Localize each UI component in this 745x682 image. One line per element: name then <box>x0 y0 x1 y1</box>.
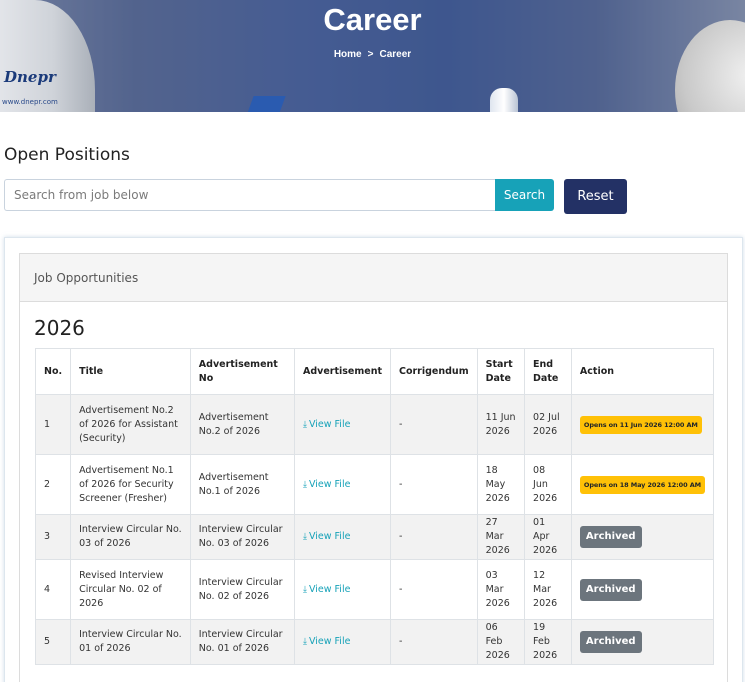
search-button[interactable]: Search <box>495 179 554 211</box>
download-icon: ⤓ <box>302 637 307 647</box>
view-file-label: View File <box>308 583 351 595</box>
jobs-table: No. Title Advertisement No Advertisement… <box>34 348 715 665</box>
job-opportunities-card: Job Opportunities 2026 No. Title Adverti… <box>19 253 728 682</box>
cell-start-date: 18 May 2026 <box>476 454 526 515</box>
cell-action: Opens on 11 Jun 2026 12:00 AM <box>570 394 715 455</box>
download-icon: ⤓ <box>302 479 307 490</box>
cell-start-date: 11 Jun 2026 <box>476 394 526 455</box>
rocket-url-text: www.dnepr.com <box>2 98 58 106</box>
search-input[interactable] <box>4 179 496 211</box>
download-icon: ⤓ <box>302 584 307 595</box>
hero-banner: Dnepr www.dnepr.com Career Home > Career <box>0 0 745 112</box>
cell-advertisement-no: Advertisement No.2 of 2026 <box>189 394 295 455</box>
table-row: 4 Revised Interview Circular No. 02 of 2… <box>34 559 715 620</box>
view-file-link[interactable]: ⤓ View File <box>303 636 350 647</box>
cell-corrigendum: - <box>390 454 478 515</box>
column-header-no: No. <box>34 348 72 395</box>
cell-title: Advertisement No.1 of 2026 for Security … <box>70 454 191 515</box>
table-row: 5 Interview Circular No. 01 of 2026 Inte… <box>34 619 715 665</box>
table-header-row: No. Title Advertisement No Advertisement… <box>34 348 715 395</box>
cell-end-date: 02 Jul 2026 <box>524 394 572 455</box>
cell-advertisement: ⤓ View File <box>293 454 392 515</box>
archived-badge: Archived <box>579 578 642 601</box>
table-row: 3 Interview Circular No. 03 of 2026 Inte… <box>34 514 715 560</box>
download-icon: ⤓ <box>302 532 307 542</box>
rocket-mid-image <box>490 88 518 112</box>
cell-advertisement: ⤓ View File <box>293 394 392 455</box>
year-heading: 2026 <box>34 316 85 340</box>
cell-corrigendum: - <box>390 514 478 560</box>
opens-on-badge: Opens on 18 May 2026 12:00 AM <box>579 475 705 494</box>
breadcrumb-home-link[interactable]: Home <box>334 49 362 60</box>
rocket-logo-text: Dnepr <box>4 68 56 86</box>
rocket-panel-image <box>246 96 286 112</box>
view-file-link[interactable]: ⤓ View File <box>303 479 350 490</box>
cell-action: Archived <box>570 559 715 620</box>
cell-start-date: 03 Mar 2026 <box>476 559 526 620</box>
cell-title: Interview Circular No. 01 of 2026 <box>70 619 191 665</box>
cell-advertisement-no: Interview Circular No. 03 of 2026 <box>189 514 295 560</box>
cell-advertisement-no: Interview Circular No. 02 of 2026 <box>189 559 295 620</box>
column-header-advertisement: Advertisement <box>293 348 392 395</box>
page-title: Career <box>323 2 422 37</box>
cell-action: Archived <box>570 514 715 560</box>
view-file-label: View File <box>308 636 351 647</box>
breadcrumb: Home > Career <box>0 49 745 60</box>
cell-title: Interview Circular No. 03 of 2026 <box>70 514 191 560</box>
view-file-link[interactable]: ⤓ View File <box>303 584 350 595</box>
cell-end-date: 08 Jun 2026 <box>524 454 572 515</box>
cell-advertisement: ⤓ View File <box>293 514 392 560</box>
column-header-corrigendum: Corrigendum <box>390 348 478 395</box>
cell-action: Opens on 18 May 2026 12:00 AM <box>570 454 715 515</box>
view-file-link[interactable]: ⤓ View File <box>303 419 350 430</box>
cell-advertisement: ⤓ View File <box>293 619 392 665</box>
column-header-advertisement-no: Advertisement No <box>189 348 295 395</box>
breadcrumb-separator: > <box>367 49 374 60</box>
reset-button[interactable]: Reset <box>564 179 627 214</box>
view-file-label: View File <box>308 478 351 490</box>
cell-advertisement: ⤓ View File <box>293 559 392 620</box>
cell-no: 4 <box>34 559 72 620</box>
table-row: 1 Advertisement No.2 of 2026 for Assista… <box>34 394 715 455</box>
column-header-action: Action <box>570 348 715 395</box>
view-file-label: View File <box>308 531 351 542</box>
cell-corrigendum: - <box>390 559 478 620</box>
column-header-title: Title <box>70 348 191 395</box>
download-icon: ⤓ <box>302 419 307 430</box>
table-row: 2 Advertisement No.1 of 2026 for Securit… <box>34 454 715 515</box>
cell-end-date: 12 Mar 2026 <box>524 559 572 620</box>
archived-badge: Archived <box>579 631 642 653</box>
cell-title: Advertisement No.2 of 2026 for Assistant… <box>70 394 191 455</box>
column-header-start-date: Start Date <box>476 348 526 395</box>
cell-start-date: 06 Feb 2026 <box>476 619 526 665</box>
breadcrumb-current: Career <box>379 49 412 60</box>
view-file-label: View File <box>308 418 351 430</box>
cell-no: 3 <box>34 514 72 560</box>
cell-corrigendum: - <box>390 619 478 665</box>
cell-corrigendum: - <box>390 394 478 455</box>
cell-advertisement-no: Advertisement No.1 of 2026 <box>189 454 295 515</box>
cell-end-date: 19 Feb 2026 <box>524 619 572 665</box>
archived-badge: Archived <box>579 526 642 548</box>
cell-end-date: 01 Apr 2026 <box>524 514 572 560</box>
cell-start-date: 27 Mar 2026 <box>476 514 526 560</box>
cell-no: 2 <box>34 454 72 515</box>
cell-no: 1 <box>34 394 72 455</box>
view-file-link[interactable]: ⤓ View File <box>303 531 350 542</box>
cell-advertisement-no: Interview Circular No. 01 of 2026 <box>189 619 295 665</box>
opens-on-badge: Opens on 11 Jun 2026 12:00 AM <box>579 415 702 434</box>
cell-title: Revised Interview Circular No. 02 of 202… <box>70 559 191 620</box>
cell-action: Archived <box>570 619 715 665</box>
open-positions-heading: Open Positions <box>4 145 130 165</box>
card-header: Job Opportunities <box>20 254 727 302</box>
column-header-end-date: End Date <box>524 348 572 395</box>
cell-no: 5 <box>34 619 72 665</box>
